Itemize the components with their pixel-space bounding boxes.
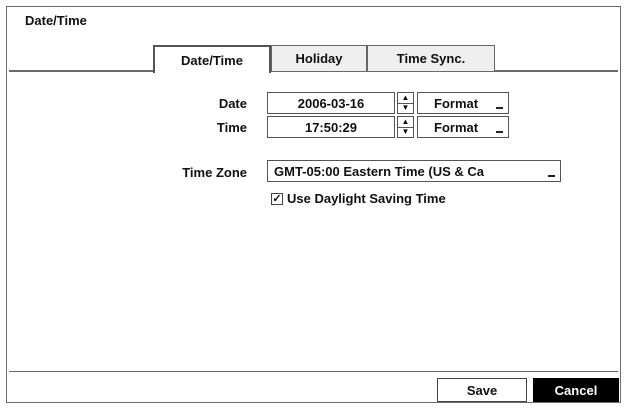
footer-divider xyxy=(9,371,618,372)
chevron-down-icon xyxy=(548,172,555,177)
date-field[interactable]: 2006-03-16 xyxy=(267,92,395,114)
timezone-value: GMT-05:00 Eastern Time (US & Ca xyxy=(274,163,484,179)
cancel-button[interactable]: Cancel xyxy=(533,378,619,402)
dst-label[interactable]: Use Daylight Saving Time xyxy=(287,191,446,206)
dst-checkbox[interactable]: ✓ xyxy=(271,193,283,205)
tab-date-time[interactable]: Date/Time xyxy=(153,45,271,75)
time-format-label: Format xyxy=(434,119,479,135)
time-field[interactable]: 17:50:29 xyxy=(267,116,395,138)
datetime-dialog: Date/Time Date/Time Holiday Time Sync. D… xyxy=(6,6,621,403)
save-button[interactable]: Save xyxy=(437,378,527,402)
dialog-title: Date/Time xyxy=(25,13,87,28)
spin-down-icon[interactable]: ▼ xyxy=(398,103,413,113)
chevron-down-icon xyxy=(496,104,503,109)
date-label: Date xyxy=(218,96,247,111)
time-label: Time xyxy=(216,120,247,135)
tab-holiday[interactable]: Holiday xyxy=(271,45,367,71)
date-spinner[interactable]: ▲ ▼ xyxy=(397,92,414,114)
time-format-dropdown[interactable]: Format xyxy=(417,116,509,138)
date-format-dropdown[interactable]: Format xyxy=(417,92,509,114)
timezone-label: Time Zone xyxy=(182,165,247,180)
spin-down-icon[interactable]: ▼ xyxy=(398,127,413,137)
time-spinner[interactable]: ▲ ▼ xyxy=(397,116,414,138)
timezone-dropdown[interactable]: GMT-05:00 Eastern Time (US & Ca xyxy=(267,160,561,182)
chevron-down-icon xyxy=(496,128,503,133)
date-format-label: Format xyxy=(434,95,479,111)
tab-time-sync[interactable]: Time Sync. xyxy=(367,45,495,71)
